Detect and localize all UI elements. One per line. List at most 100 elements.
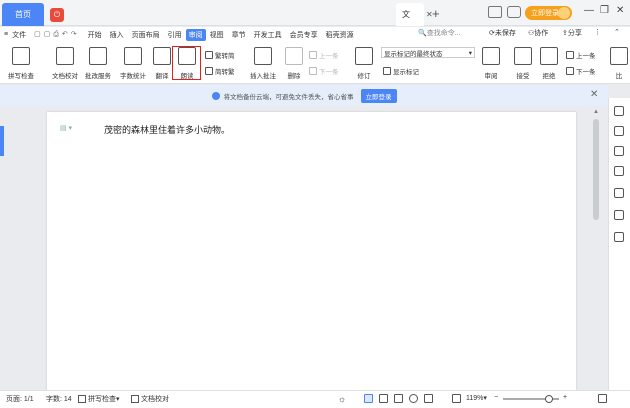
maximize-icon[interactable]: ❐ xyxy=(600,5,609,16)
to-traditional-button[interactable]: 简转繁 xyxy=(205,66,235,76)
share-label: 分享 xyxy=(567,30,582,37)
prev-change-button[interactable]: 上一条 xyxy=(566,50,596,60)
checkbox-icon xyxy=(78,395,86,403)
web-view-icon[interactable] xyxy=(409,394,418,403)
menu-developer[interactable]: 开发工具 xyxy=(250,30,286,40)
next-change-button[interactable]: 下一条 xyxy=(566,66,596,76)
menu-resources[interactable]: 稻壳资源 xyxy=(322,30,358,40)
traditional-icon xyxy=(205,67,213,75)
revise-button[interactable]: 修订 xyxy=(355,44,373,80)
zoom-out-icon[interactable]: − xyxy=(494,394,498,401)
right-sidebar xyxy=(608,98,630,390)
notice-close-icon[interactable]: ✕ xyxy=(590,89,598,100)
compare-icon xyxy=(610,47,628,65)
reading-view-icon[interactable] xyxy=(394,394,403,403)
status-proofread[interactable]: 文档校对 xyxy=(131,394,169,404)
paragraph-icon[interactable]: ▤ ▾ xyxy=(60,124,72,132)
zoom-in-icon[interactable]: + xyxy=(563,394,567,401)
menu-start[interactable]: 开始 xyxy=(84,30,106,40)
show-markup-label: 显示标记 xyxy=(393,69,419,76)
minimize-icon[interactable]: — xyxy=(584,5,594,16)
menu-member[interactable]: 会员专享 xyxy=(286,30,322,40)
prev-comment-button[interactable]: 上一条 xyxy=(309,50,339,60)
review-button[interactable]: 审阅 xyxy=(482,44,500,80)
proofread-small-icon xyxy=(131,395,139,403)
fullscreen-icon[interactable] xyxy=(598,394,607,403)
menu-reference[interactable]: 引用 xyxy=(164,30,186,40)
layout-icon[interactable] xyxy=(488,6,502,18)
unsaved-label: 未保存 xyxy=(494,30,516,37)
spell-check-icon xyxy=(12,47,30,65)
pdf-icon[interactable]: ⏻ xyxy=(50,8,64,22)
delete-comment-button[interactable]: 删除 xyxy=(285,44,303,80)
sidebar-compare-icon[interactable] xyxy=(614,166,624,176)
menu-page-layout[interactable]: 页面布局 xyxy=(128,30,164,40)
sidebar-cursor-icon[interactable] xyxy=(614,146,624,156)
reject-button[interactable]: 拒绝 xyxy=(540,44,558,80)
hamburger-icon[interactable]: ≡ xyxy=(0,31,12,38)
to-simplified-button[interactable]: 繁转简 xyxy=(205,50,235,60)
collapse-icon[interactable]: ⌃ xyxy=(614,28,620,36)
left-edge-marker xyxy=(0,126,4,156)
to-traditional-label: 简转繁 xyxy=(215,69,235,76)
zoom-slider-thumb[interactable] xyxy=(545,395,553,403)
sidebar-app-icon[interactable] xyxy=(614,106,624,116)
sidebar-settings-icon[interactable] xyxy=(614,210,624,220)
page-view-icon[interactable] xyxy=(364,394,373,403)
status-proof-label: 文档校对 xyxy=(141,396,169,403)
menu-section[interactable]: 章节 xyxy=(228,30,250,40)
share-button[interactable]: ⇪分享 xyxy=(562,28,582,38)
scroll-up-icon[interactable]: ▲ xyxy=(593,109,599,115)
display-mode-select[interactable]: 显示标记的最终状态 ▾ xyxy=(381,47,475,58)
quick-access-icons[interactable]: ▢▢⎙↶↷ xyxy=(30,30,84,39)
scrollbar[interactable] xyxy=(593,119,599,220)
translate-button[interactable]: 翻译 xyxy=(153,44,171,80)
eye-protect-icon[interactable]: ☼ xyxy=(338,394,346,404)
to-simplified-label: 繁转简 xyxy=(215,53,235,60)
sidebar-cloud-icon[interactable] xyxy=(614,232,624,242)
menu-file[interactable]: 文件 xyxy=(12,30,30,40)
word-count-indicator[interactable]: 字数: 14 xyxy=(46,394,72,404)
review-label: 审阅 xyxy=(484,73,498,80)
prev-comment-icon xyxy=(309,51,317,59)
compare-button[interactable]: 比 xyxy=(610,44,628,80)
batch-service-icon xyxy=(89,47,107,65)
prev-change-icon xyxy=(566,51,574,59)
login-button[interactable]: 立即登录 xyxy=(525,6,572,20)
window-close-icon[interactable]: ✕ xyxy=(616,5,624,16)
write-view-icon[interactable] xyxy=(424,394,433,403)
outline-view-icon[interactable] xyxy=(379,394,388,403)
more-icon[interactable]: ⋮ xyxy=(594,28,601,36)
show-markup-button[interactable]: 显示标记 xyxy=(383,66,419,76)
revise-label: 修订 xyxy=(357,73,371,80)
menu-insert[interactable]: 插入 xyxy=(106,30,128,40)
next-comment-button[interactable]: 下一条 xyxy=(309,66,339,76)
status-spell-check[interactable]: 拼写检查 ▾ xyxy=(78,394,120,404)
page-indicator[interactable]: 页面: 1/1 xyxy=(6,394,34,404)
proofread-button[interactable]: 文档校对 xyxy=(52,44,78,80)
tab-document-label: 文 xyxy=(402,10,410,19)
simplified-icon xyxy=(205,51,213,59)
menu-review[interactable]: 审阅 xyxy=(185,28,206,41)
spell-check-button[interactable]: 拼写检查 xyxy=(8,44,34,80)
fit-page-icon[interactable] xyxy=(452,394,461,403)
collab-button[interactable]: ⚇协作 xyxy=(528,28,548,38)
tab-document[interactable]: 文 xyxy=(396,3,424,26)
accept-button[interactable]: 接受 xyxy=(514,44,532,80)
menu-view[interactable]: 视图 xyxy=(206,30,228,40)
spell-check-label: 拼写检查 xyxy=(8,73,34,80)
search-input[interactable]: 🔍查找命令... xyxy=(418,28,474,40)
unsaved-button[interactable]: ⟳未保存 xyxy=(489,28,516,38)
document-page[interactable] xyxy=(47,112,576,390)
sidebar-select-icon[interactable] xyxy=(614,126,624,136)
sidebar-tools-icon[interactable] xyxy=(614,188,624,198)
insert-comment-button[interactable]: 插入批注 xyxy=(250,44,276,80)
tab-home[interactable]: 首页 xyxy=(2,3,44,26)
notice-login-button[interactable]: 立即登录 xyxy=(360,88,397,103)
word-count-button[interactable]: 字数统计 xyxy=(120,44,146,80)
zoom-level[interactable]: 119% ▾ xyxy=(466,394,487,403)
add-tab-icon[interactable]: + xyxy=(432,6,440,21)
batch-service-button[interactable]: 批改服务 xyxy=(85,44,111,80)
document-text[interactable]: 茂密的森林里住着许多小动物。 xyxy=(104,123,230,136)
avatar-frame-icon[interactable] xyxy=(507,6,521,18)
